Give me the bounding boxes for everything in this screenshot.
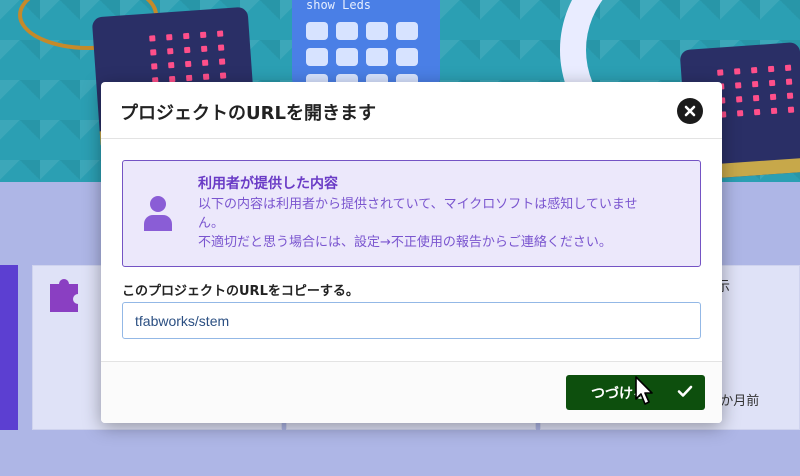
check-icon (677, 385, 693, 397)
notice-title: 利用者が提供した内容 (198, 176, 338, 192)
url-field-label: このプロジェクトのURLをコピーする。 (122, 284, 359, 299)
user-icon (144, 196, 172, 231)
notice-line-1: 以下の内容は利用者から提供されていて、マイクロソフトは感知していませ (198, 197, 638, 212)
dialog-footer: つづける (101, 361, 722, 423)
project-url-input[interactable] (122, 302, 701, 339)
user-content-notice: 利用者が提供した内容 以下の内容は利用者から提供されていて、マイクロソフトは感知… (122, 160, 701, 267)
open-project-url-dialog: プロジェクトのURLを開きます 利用者が提供した内容 以下の内容は利用者から提供… (101, 82, 722, 423)
notice-line-2: ん。 (198, 216, 225, 231)
close-button[interactable] (677, 98, 703, 124)
close-icon (684, 105, 696, 117)
dialog-header: プロジェクトのURLを開きます (101, 82, 722, 139)
dialog-title: プロジェクトのURLを開きます (120, 103, 376, 124)
mouse-pointer-icon (635, 376, 653, 405)
notice-body: 以下の内容は利用者から提供されていて、マイクロソフトは感知していませ ん。 不適… (198, 195, 693, 252)
notice-line-3: 不適切だと思う場合には、設定→不正使用の報告からご連絡ください。 (198, 235, 612, 250)
